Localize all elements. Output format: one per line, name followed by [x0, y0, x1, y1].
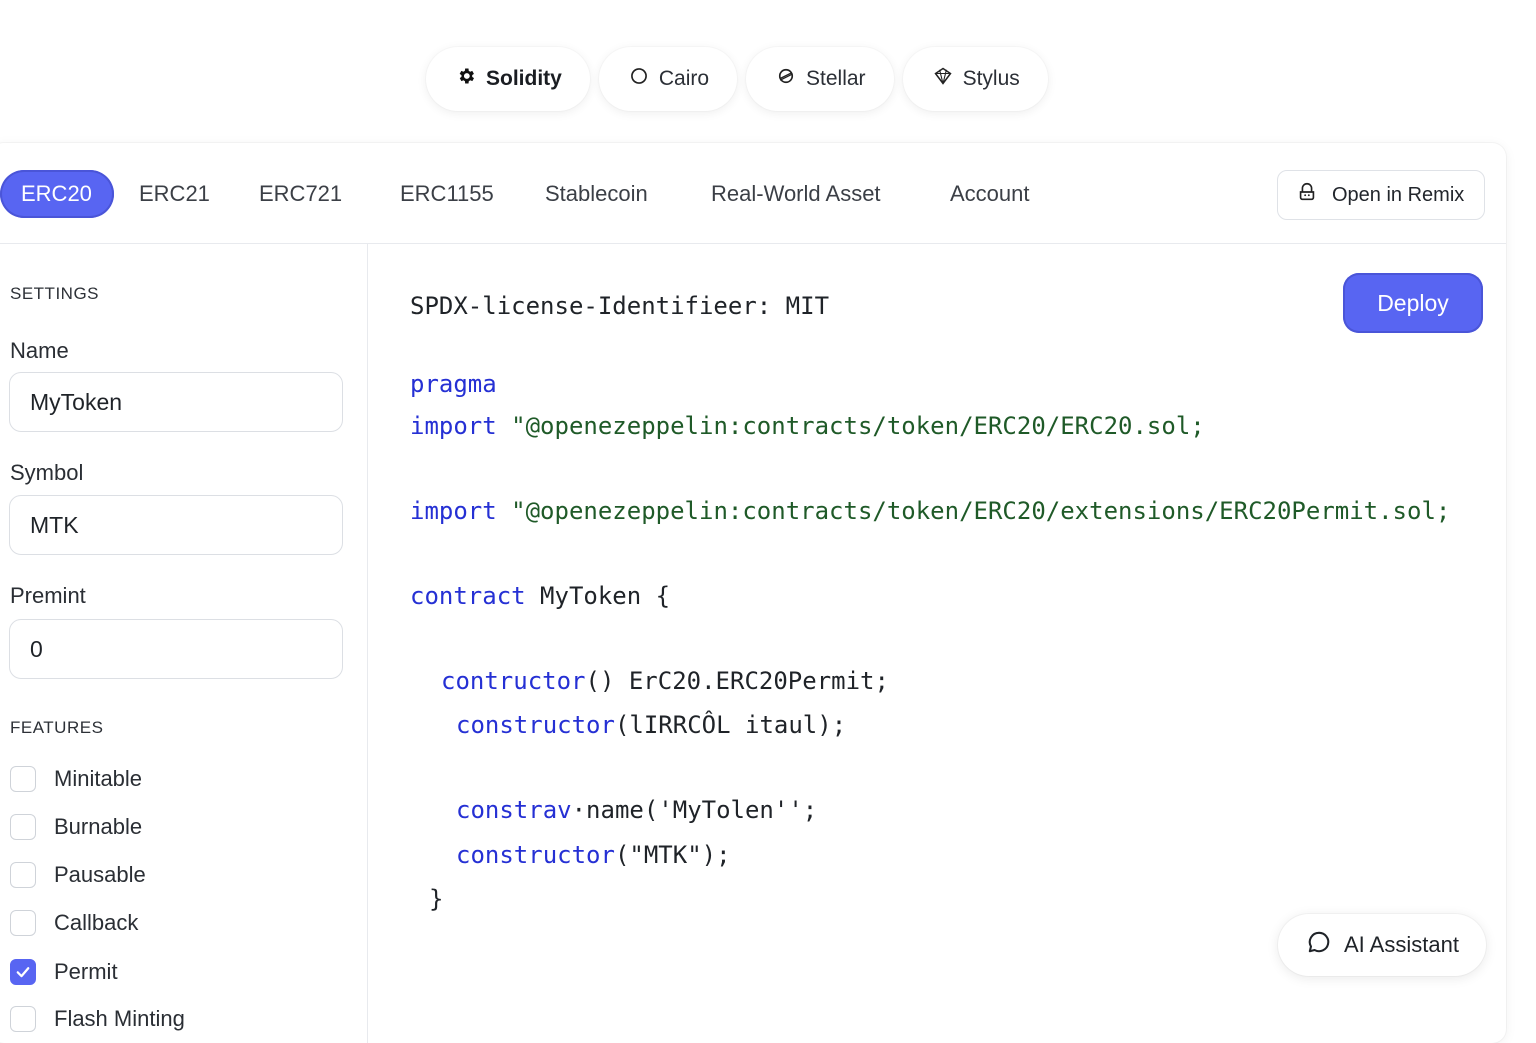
burnable-checkbox[interactable] [10, 814, 36, 840]
tab-erc721[interactable]: ERC721 [259, 170, 342, 218]
chat-bubble-icon [1306, 929, 1332, 961]
deploy-button[interactable]: Deploy [1343, 273, 1483, 333]
settings-heading: SETTINGS [10, 284, 100, 303]
code-text: ("MTK"); [614, 841, 731, 869]
code-close-brace: } [429, 885, 444, 913]
code-text: ·name('MyTolen''; [571, 796, 818, 824]
lang-tab-stylus[interactable]: Stylus [902, 47, 1048, 111]
language-selector: Solidity Cairo Stellar Stylus [426, 47, 1048, 111]
code-string: "@openezeppelin:contracts/token/ERC20/ex… [511, 497, 1451, 525]
settings-sidebar: SETTINGS Name Symbol Premint FEATURES Mi… [0, 244, 368, 1043]
name-label: Name [10, 338, 69, 363]
flash-minting-checkbox[interactable] [10, 1006, 36, 1032]
tab-erc1155[interactable]: ERC1155 [400, 170, 494, 218]
feature-label: Callback [54, 910, 139, 935]
feature-callback[interactable]: Callback [10, 910, 138, 936]
code-keyword: import [410, 412, 497, 440]
open-in-remix-button[interactable]: Open in Remix [1277, 170, 1485, 220]
code-contract: contract MyToken { [410, 582, 670, 610]
remix-label: Open in Remix [1332, 183, 1465, 206]
mintable-checkbox[interactable] [10, 766, 36, 792]
lang-tab-stellar[interactable]: Stellar [746, 47, 894, 111]
feature-label: Burnable [54, 814, 143, 839]
symbol-input[interactable] [9, 495, 343, 555]
feature-label: Permit [54, 959, 118, 984]
stylus-icon [933, 66, 953, 92]
lang-label: Cairo [658, 67, 710, 90]
feature-burnable[interactable]: Burnable [10, 814, 142, 840]
gear-icon [456, 66, 476, 92]
lang-tab-solidity[interactable]: Solidity [426, 47, 590, 111]
tab-erc21[interactable]: ERC21 [139, 170, 210, 218]
name-input[interactable] [9, 372, 343, 432]
code-pragma: pragma [410, 370, 497, 398]
feature-permit[interactable]: Permit [10, 959, 118, 985]
contract-type-tabs: ERC20 ERC21 ERC721 ERC1155 Stablecoin Re… [0, 143, 1506, 244]
tab-real-world-asset[interactable]: Real-World Asset [711, 170, 881, 218]
premint-label: Premint [10, 583, 86, 608]
ai-assistant-label: AI Assistant [1344, 932, 1459, 957]
code-ctor-1: contructor() ErC20.ERC20Permit; [441, 667, 889, 695]
feature-label: Pausable [54, 862, 146, 887]
ai-assistant-button[interactable]: AI Assistant [1278, 914, 1486, 976]
tab-erc20[interactable]: ERC20 [0, 170, 114, 218]
circle-icon [629, 66, 649, 92]
lang-label: Stellar [806, 67, 866, 90]
code-string: "@openezeppelin:contracts/token/ERC20/ER… [511, 412, 1205, 440]
tab-stablecoin[interactable]: Stablecoin [545, 170, 648, 218]
code-import-2: import "@openezeppelin:contracts/token/E… [410, 497, 1450, 525]
premint-input[interactable] [9, 619, 343, 679]
code-text: () ErC20.ERC20Permit; [585, 667, 889, 695]
code-text: MyToken { [525, 582, 671, 610]
code-import-1: import "@openezeppelin:contracts/token/E… [410, 412, 1205, 440]
checkmark-icon [16, 967, 30, 978]
code-keyword: contract [410, 582, 526, 610]
callback-checkbox[interactable] [10, 910, 36, 936]
features-heading: FEATURES [10, 718, 104, 737]
tab-account[interactable]: Account [950, 170, 1030, 218]
code-keyword: constructor [456, 711, 615, 739]
symbol-label: Symbol [10, 460, 84, 485]
code-keyword: contructor [441, 667, 586, 695]
stellar-icon [776, 66, 796, 92]
remix-icon [1296, 181, 1318, 209]
code-license: SPDX-license-Identifieer: MIT [410, 292, 830, 320]
code-ctor-4: constructor("MTK"); [456, 841, 731, 869]
lang-label: Solidity [486, 67, 562, 90]
code-ctor-3: constrav·name('MyTolen''; [456, 796, 817, 824]
code-keyword: constructor [456, 841, 615, 869]
feature-pausable[interactable]: Pausable [10, 862, 146, 888]
feature-mintable[interactable]: Minitable [10, 766, 142, 792]
lang-tab-cairo[interactable]: Cairo [598, 47, 738, 111]
code-ctor-2: constructor(lIRRCÔL itaul); [456, 711, 846, 739]
code-keyword: constrav [456, 796, 572, 824]
code-text: (lIRRCÔL itaul); [614, 711, 847, 739]
feature-flash-minting[interactable]: Flash Minting [10, 1006, 185, 1032]
pausable-checkbox[interactable] [10, 862, 36, 888]
wizard-card: ERC20 ERC21 ERC721 ERC1155 Stablecoin Re… [0, 143, 1506, 1043]
feature-label: Minitable [54, 766, 143, 791]
feature-label: Flash Minting [54, 1006, 185, 1031]
lang-label: Stylus [962, 67, 1020, 90]
code-keyword: import [410, 497, 497, 525]
permit-checkbox[interactable] [10, 959, 36, 985]
